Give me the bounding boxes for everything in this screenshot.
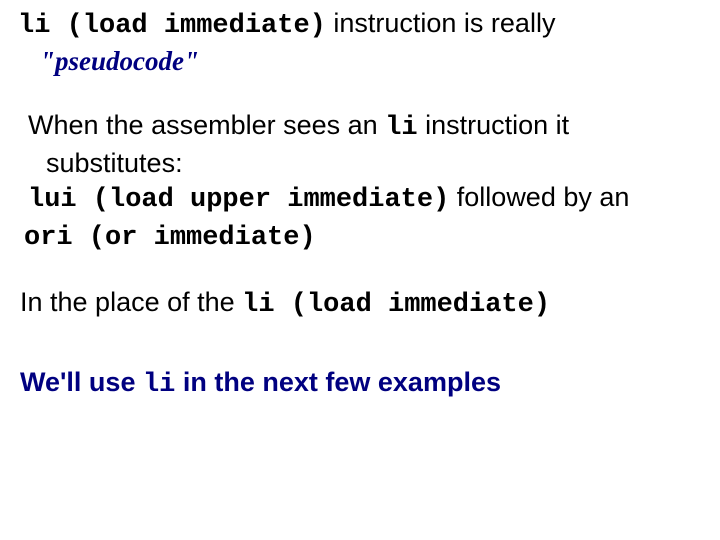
code-lui: lui (load upper immediate) [28, 185, 449, 215]
spacer [18, 275, 702, 285]
text-when-assembler-a: When the assembler sees an [28, 110, 385, 140]
para-in-place-of: In the place of the li (load immediate) [18, 285, 702, 323]
text-next-examples: in the next few examples [175, 367, 501, 397]
text-in-place-of: In the place of the [20, 287, 242, 317]
para-lui: lui (load upper immediate) followed by a… [18, 180, 702, 218]
text-followed-by-an: followed by an [449, 182, 629, 212]
spacer [18, 343, 702, 365]
code-li-load-immediate-2: li (load immediate) [242, 290, 550, 320]
para-ori: ori (or immediate) [18, 218, 702, 256]
para-li-pseudocode: li (load immediate) instruction is reall… [18, 6, 702, 78]
para-well-use-li: We'll use li in the next few examples [18, 365, 702, 403]
text-well-use: We'll use [20, 367, 143, 397]
code-li: li [385, 113, 417, 143]
text-pseudocode: "pseudocode" [18, 44, 199, 79]
slide: li (load immediate) instruction is reall… [0, 0, 720, 540]
code-ori: ori (or immediate) [24, 223, 316, 253]
para-when-assembler: When the assembler sees an li instructio… [18, 108, 702, 180]
code-li-2: li [143, 370, 175, 400]
code-li-load-immediate: li (load immediate) [18, 11, 326, 41]
text-instruction-is-really: instruction is really [326, 8, 556, 38]
spacer [18, 98, 702, 108]
